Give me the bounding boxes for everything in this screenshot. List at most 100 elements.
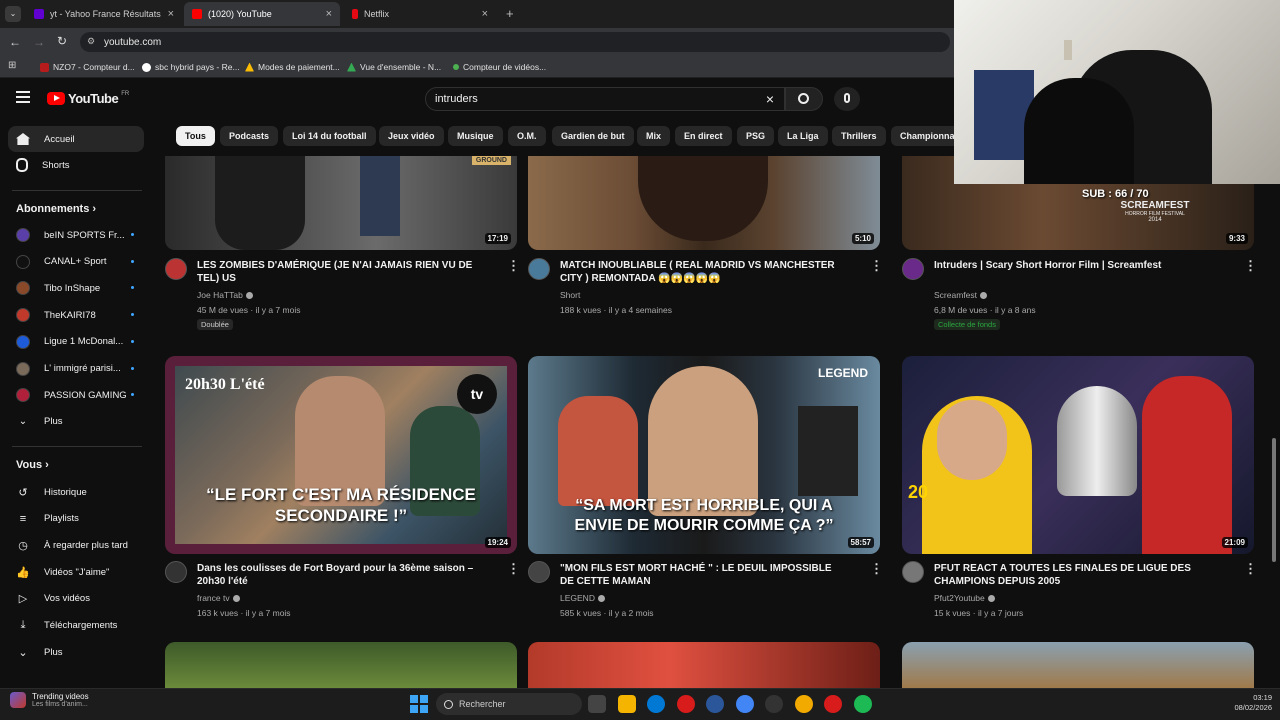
subscription-item[interactable]: L' immigré parisi... [8, 356, 144, 382]
video-thumbnail[interactable]: GROUND 17:19 [165, 156, 517, 250]
menu-icon[interactable] [16, 91, 30, 103]
filter-chip[interactable]: Podcasts [220, 126, 279, 146]
app-icon[interactable] [765, 695, 783, 713]
video-thumbnail[interactable]: LEGEND “SA MORT EST HORRIBLE, QUI A ENVI… [528, 356, 880, 554]
bookmark-5[interactable]: Compteur de vidéos... [453, 60, 546, 74]
forward-icon[interactable]: → [33, 35, 45, 49]
video-title[interactable]: "MON FILS EST MORT HACHÉ " : LE DEUIL IM… [560, 562, 848, 588]
more-options-icon[interactable]: ⋮ [507, 258, 520, 274]
clear-search-icon[interactable]: × [766, 91, 774, 107]
filter-chip[interactable]: O.M. [508, 126, 546, 146]
more-options-icon[interactable]: ⋮ [870, 258, 883, 274]
bookmark-4[interactable]: Vue d'ensemble - N... [347, 60, 441, 74]
page-scrollbar[interactable] [1272, 438, 1276, 562]
chrome-icon[interactable] [735, 695, 754, 713]
channel-avatar[interactable] [902, 258, 924, 280]
reload-icon[interactable]: ↻ [57, 34, 67, 48]
search-button[interactable] [785, 87, 823, 111]
bookmark-2[interactable]: sbc hybrid pays - Re... [142, 60, 240, 74]
subscription-item[interactable]: Ligue 1 McDonal... [8, 329, 144, 355]
channel-name[interactable]: LEGEND [560, 591, 605, 605]
opera-gx-icon[interactable] [676, 695, 695, 713]
filter-chip[interactable]: Musique [448, 126, 503, 146]
channel-avatar[interactable] [165, 561, 187, 583]
close-tab-icon[interactable]: × [326, 8, 332, 20]
you-item[interactable]: ◷ À regarder plus tard [8, 532, 144, 558]
subscriptions-heading[interactable]: Abonnements › [16, 203, 96, 215]
subscription-item[interactable]: Tibo InShape [8, 275, 144, 301]
app-icon[interactable] [794, 695, 813, 713]
tab-yahoo[interactable]: yt - Yahoo France Résultats de l × [26, 2, 182, 26]
you-item[interactable]: ⌄ Plus [8, 639, 144, 665]
filter-chip[interactable]: Championna [891, 126, 964, 146]
channel-avatar[interactable] [165, 258, 187, 280]
filter-chip[interactable]: Tous [176, 126, 215, 146]
video-title[interactable]: Intruders | Scary Short Horror Film | Sc… [934, 259, 1222, 272]
channel-avatar[interactable] [528, 561, 550, 583]
filter-chip[interactable]: En direct [675, 126, 732, 146]
more-options-icon[interactable]: ⋮ [507, 561, 520, 577]
video-title[interactable]: LES ZOMBIES D'AMÉRIQUE (JE N'AI JAMAIS R… [197, 259, 485, 285]
more-options-icon[interactable]: ⋮ [1244, 561, 1257, 577]
voice-search-button[interactable] [834, 87, 860, 111]
apps-icon[interactable]: ⊞ [8, 60, 16, 71]
nav-accueil[interactable]: Accueil [8, 126, 144, 152]
video-thumbnail[interactable] [165, 642, 517, 688]
video-title[interactable]: Dans les coulisses de Fort Boyard pour l… [197, 562, 485, 588]
widgets-button[interactable]: Trending videos Les films d'anim... [10, 692, 89, 708]
new-tab-button[interactable]: + [506, 6, 514, 21]
video-thumbnail[interactable] [528, 642, 880, 688]
close-tab-icon[interactable]: × [168, 8, 174, 20]
channel-avatar[interactable] [902, 561, 924, 583]
subscription-item[interactable]: ⌄ Plus [8, 409, 144, 435]
subscription-item[interactable]: CANAL+ Sport [8, 249, 144, 275]
video-thumbnail[interactable]: 20 21:09 [902, 356, 1254, 554]
filter-chip[interactable]: Thrillers [832, 126, 886, 146]
tab-netflix[interactable]: Netflix × [344, 2, 496, 26]
search-input[interactable]: intruders × [425, 87, 785, 111]
you-item[interactable]: ≡ Playlists [8, 506, 144, 532]
nav-shorts[interactable]: Shorts [8, 152, 144, 178]
channel-name[interactable]: Screamfest [934, 288, 987, 302]
subscription-item[interactable]: PASSION GAMING [8, 382, 144, 408]
close-tab-icon[interactable]: × [482, 8, 488, 20]
edge-icon[interactable] [647, 695, 665, 713]
you-item[interactable]: ▷ Vos vidéos [8, 586, 144, 612]
opera-icon[interactable] [824, 695, 842, 713]
taskbar-search[interactable]: Rechercher [436, 693, 582, 715]
task-view-icon[interactable] [588, 695, 606, 713]
you-heading[interactable]: Vous › [16, 459, 49, 471]
video-thumbnail[interactable] [902, 642, 1254, 688]
video-title[interactable]: MATCH INOUBLIABLE ( REAL MADRID VS MANCH… [560, 259, 848, 285]
bookmark-1[interactable]: NZO7 - Compteur d... [40, 60, 135, 74]
you-item[interactable]: 👍 Vidéos "J'aime" [8, 559, 144, 585]
system-clock[interactable]: 03:19 08/02/2026 [1222, 693, 1272, 713]
bookmark-3[interactable]: Modes de paiement... [245, 60, 340, 74]
subscription-item[interactable]: TheKAIRI78 [8, 302, 144, 328]
channel-name[interactable]: france tv [197, 591, 240, 605]
video-thumbnail[interactable]: 5:10 [528, 156, 880, 250]
file-explorer-icon[interactable] [617, 695, 636, 713]
address-bar[interactable]: ⚙ youtube.com [80, 32, 950, 52]
filter-chip[interactable]: Loi 14 du football [283, 126, 376, 146]
you-item[interactable]: ⤓ Téléchargements [8, 613, 144, 639]
tab-list-button[interactable]: ⌄ [5, 6, 21, 22]
video-thumbnail[interactable]: 20h30 L'été tv “LE FORT C'EST MA RÉSIDEN… [165, 356, 517, 554]
channel-name[interactable]: Pfut2Youtube [934, 591, 995, 605]
back-icon[interactable]: ← [9, 35, 21, 49]
more-options-icon[interactable]: ⋮ [1244, 258, 1257, 274]
site-info-icon[interactable]: ⚙ [87, 36, 95, 47]
tab-youtube[interactable]: (1020) YouTube × [184, 2, 340, 26]
channel-name[interactable]: Joe HaTTab [197, 288, 253, 302]
filter-chip[interactable]: Mix [637, 126, 671, 146]
youtube-logo[interactable]: YouTube FR [47, 91, 129, 106]
filter-chip[interactable]: Jeux vidéo [379, 126, 444, 146]
channel-avatar[interactable] [528, 258, 550, 280]
more-options-icon[interactable]: ⋮ [870, 561, 883, 577]
start-button[interactable] [410, 695, 428, 713]
filter-chip[interactable]: PSG [737, 126, 775, 146]
you-item[interactable]: ↺ Historique [8, 479, 144, 505]
subscription-item[interactable]: beIN SPORTS Fr... [8, 222, 144, 248]
channel-name[interactable]: Short [560, 288, 580, 302]
filter-chip[interactable]: Gardien de but [552, 126, 634, 146]
